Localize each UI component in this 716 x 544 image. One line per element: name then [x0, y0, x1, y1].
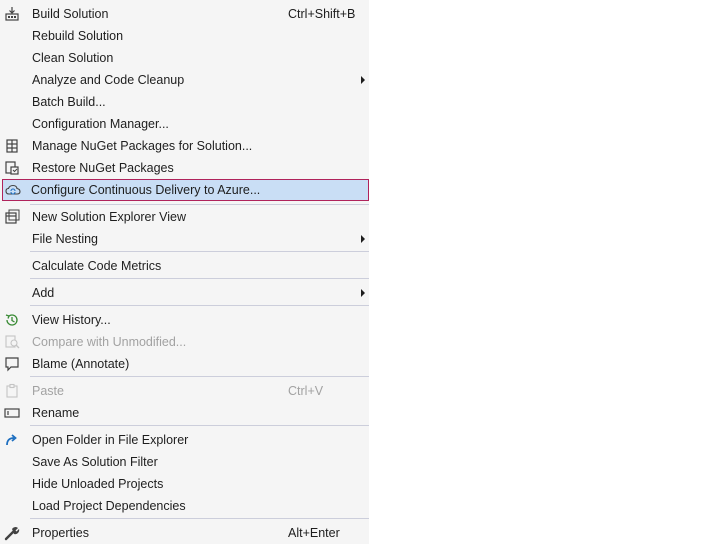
menu-item-save-solution-filter[interactable]: Save As Solution Filter — [2, 451, 369, 473]
menu-item-load-project-dependencies[interactable]: Load Project Dependencies — [2, 495, 369, 517]
menu-item-hide-unloaded-projects[interactable]: Hide Unloaded Projects — [2, 473, 369, 495]
menu-separator — [30, 204, 369, 205]
menu-item-label: Compare with Unmodified... — [32, 335, 187, 349]
menu-item-label: View History... — [32, 313, 111, 327]
menu-item-compare-unmodified[interactable]: Compare with Unmodified... — [2, 331, 369, 353]
menu-item-label: Hide Unloaded Projects — [32, 477, 164, 491]
nuget-package-icon — [4, 138, 20, 154]
menu-item-rename[interactable]: Rename — [2, 402, 369, 424]
menu-separator — [30, 251, 369, 252]
menu-item-label: Load Project Dependencies — [32, 499, 186, 513]
menu-item-add[interactable]: Add — [2, 282, 369, 304]
build-icon — [4, 6, 20, 22]
menu-item-label: File Nesting — [32, 232, 98, 246]
menu-item-label: Calculate Code Metrics — [32, 259, 162, 273]
menu-separator — [30, 425, 369, 426]
menu-item-open-folder-file-explorer[interactable]: Open Folder in File Explorer — [2, 429, 369, 451]
menu-item-label: Save As Solution Filter — [32, 455, 158, 469]
menu-separator — [30, 518, 369, 519]
menu-item-build-solution[interactable]: Build Solution Ctrl+Shift+B — [2, 3, 369, 25]
menu-item-label: Configure Continuous Delivery to Azure..… — [31, 183, 261, 197]
shortcut-text: Alt+Enter — [288, 526, 340, 540]
menu-item-analyze-code-cleanup[interactable]: Analyze and Code Cleanup — [2, 69, 369, 91]
menu-item-restore-nuget[interactable]: Restore NuGet Packages — [2, 157, 369, 179]
menu-item-label: Batch Build... — [32, 95, 106, 109]
menu-item-view-history[interactable]: View History... — [2, 309, 369, 331]
menu-item-paste[interactable]: Paste Ctrl+V — [2, 380, 369, 402]
menu-item-manage-nuget[interactable]: Manage NuGet Packages for Solution... — [2, 135, 369, 157]
menu-item-label: New Solution Explorer View — [32, 210, 187, 224]
menu-separator — [30, 376, 369, 377]
menu-item-blame-annotate[interactable]: Blame (Annotate) — [2, 353, 369, 375]
comment-icon — [4, 356, 20, 372]
menu-item-label: Rename — [32, 406, 80, 420]
menu-item-label: Manage NuGet Packages for Solution... — [32, 139, 253, 153]
shortcut-text: Ctrl+V — [288, 384, 324, 398]
history-icon — [4, 312, 20, 328]
menu-item-file-nesting[interactable]: File Nesting — [2, 228, 369, 250]
menu-item-label: Add — [32, 286, 55, 300]
menu-item-rebuild-solution[interactable]: Rebuild Solution — [2, 25, 369, 47]
menu-item-new-solution-explorer-view[interactable]: New Solution Explorer View — [2, 206, 369, 228]
shortcut-text: Ctrl+Shift+B — [288, 7, 356, 21]
compare-icon — [4, 334, 20, 350]
wrench-icon — [4, 525, 20, 541]
menu-item-label: Rebuild Solution — [32, 29, 124, 43]
submenu-arrow-icon — [361, 289, 365, 297]
menu-item-label: Properties — [32, 526, 89, 540]
menu-item-label: Build Solution — [32, 7, 109, 21]
menu-item-label: Paste — [32, 384, 64, 398]
menu-item-label: Blame (Annotate) — [32, 357, 130, 371]
menu-item-label: Configuration Manager... — [32, 117, 169, 131]
cloud-sync-icon — [5, 182, 21, 198]
menu-separator — [30, 278, 369, 279]
menu-item-batch-build[interactable]: Batch Build... — [2, 91, 369, 113]
paste-icon — [4, 383, 20, 399]
submenu-arrow-icon — [361, 235, 365, 243]
menu-item-label: Restore NuGet Packages — [32, 161, 174, 175]
new-window-icon — [4, 209, 20, 225]
menu-item-label: Clean Solution — [32, 51, 114, 65]
menu-item-calculate-code-metrics[interactable]: Calculate Code Metrics — [2, 255, 369, 277]
menu-item-configuration-manager[interactable]: Configuration Manager... — [2, 113, 369, 135]
context-menu: Build Solution Ctrl+Shift+B Rebuild Solu… — [0, 0, 369, 544]
menu-item-properties[interactable]: Properties Alt+Enter — [2, 522, 369, 544]
open-folder-arrow-icon — [4, 432, 20, 448]
menu-separator — [30, 305, 369, 306]
menu-item-label: Open Folder in File Explorer — [32, 433, 189, 447]
menu-item-clean-solution[interactable]: Clean Solution — [2, 47, 369, 69]
menu-item-label: Analyze and Code Cleanup — [32, 73, 185, 87]
restore-packages-icon — [4, 160, 20, 176]
submenu-arrow-icon — [361, 76, 365, 84]
menu-item-configure-continuous-delivery[interactable]: Configure Continuous Delivery to Azure..… — [2, 179, 369, 201]
rename-icon — [4, 405, 20, 421]
